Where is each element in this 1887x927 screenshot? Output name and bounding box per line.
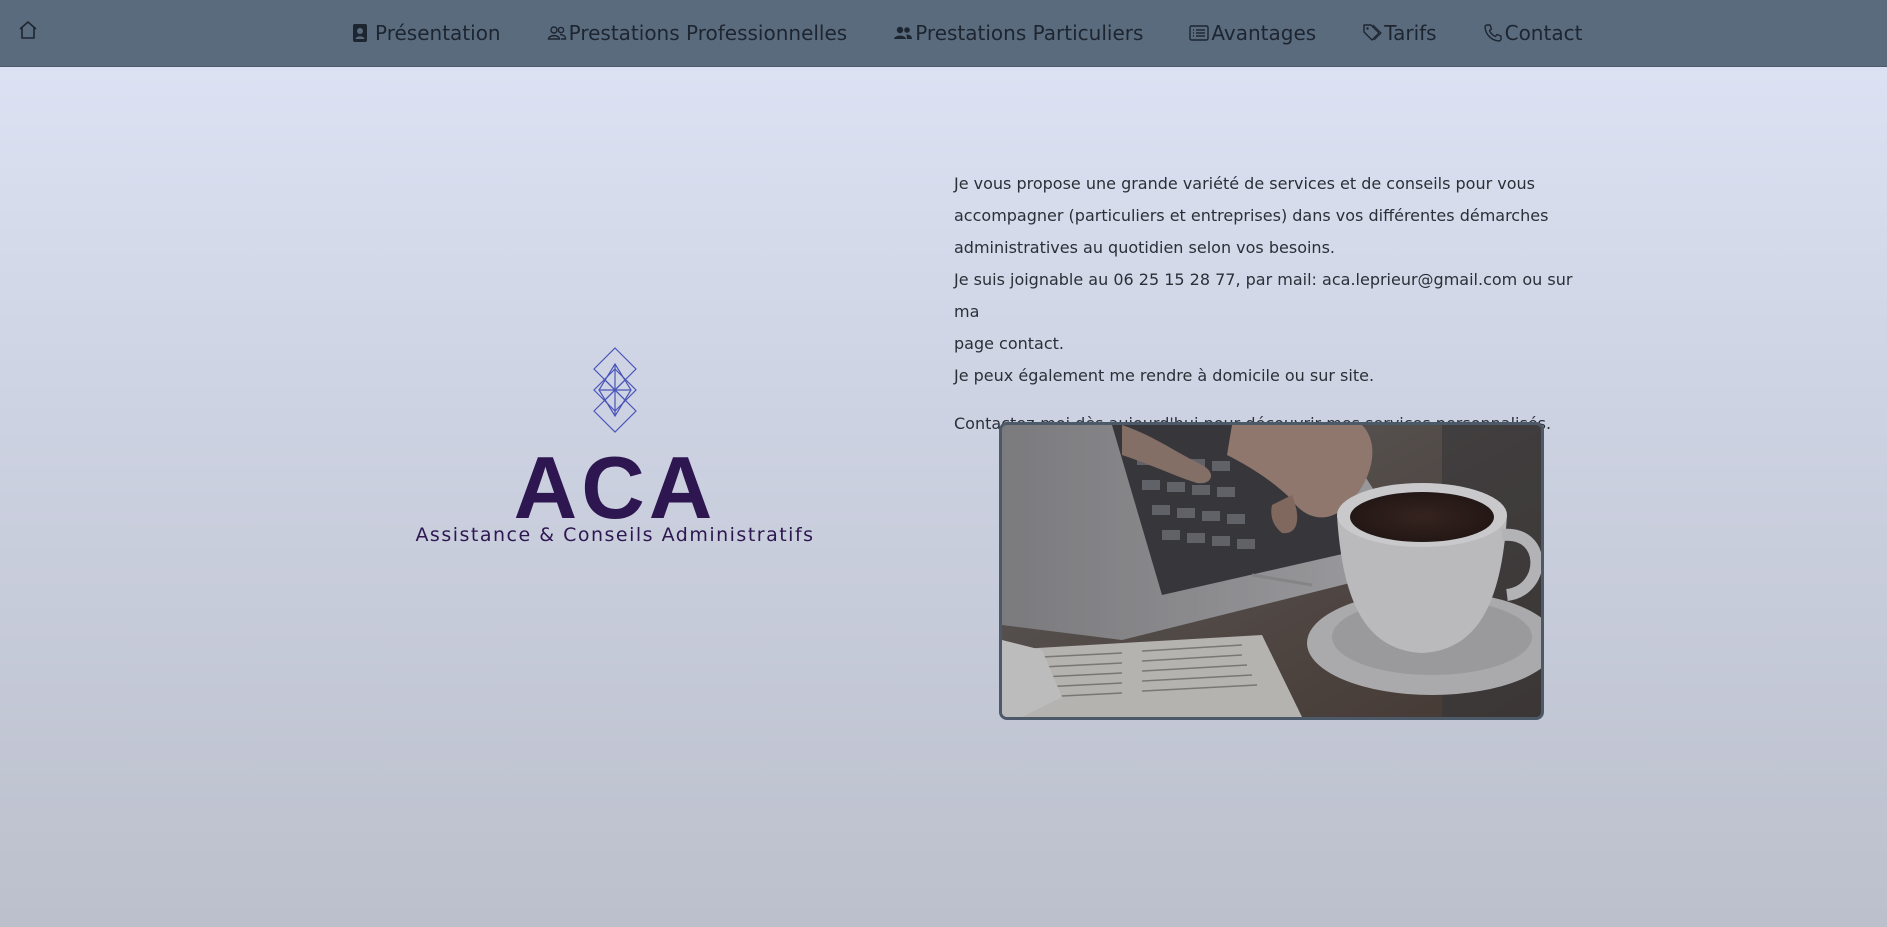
intro-line: Je suis joignable au 06 25 15 28 77, par… (954, 270, 1573, 321)
list-card-icon (1189, 25, 1210, 41)
home-icon (19, 21, 37, 39)
intro-line: Je peux également me rendre à domicile o… (954, 366, 1375, 385)
nav-item-contact[interactable]: Contact (1483, 21, 1583, 45)
intro-line: administratives au quotidien selon vos b… (954, 238, 1335, 257)
logo-title: ACA (513, 438, 717, 537)
nav-item-prestations-professionnelles[interactable]: Prestations Professionnelles (547, 21, 848, 45)
diamond-logo-icon (593, 347, 637, 433)
intro-text: Je vous propose une grande variété de se… (954, 168, 1594, 440)
nav-item-label: Prestations Particuliers (915, 21, 1144, 45)
nav-item-label: Contact (1504, 21, 1583, 45)
nav-item-label: Tarifs (1384, 21, 1437, 45)
nav-item-label: Présentation (375, 21, 501, 45)
people-fill-icon (894, 26, 913, 39)
phone-icon (1483, 24, 1502, 42)
home-button[interactable] (17, 19, 39, 41)
intro-line: accompagner (particuliers et entreprises… (954, 206, 1549, 225)
company-logo: ACA Assistance & Conseils Administratifs (400, 340, 830, 560)
laptop-coffee-photo (999, 422, 1544, 720)
main-menu: Présentation Prestations Professionnelle… (352, 0, 1582, 66)
intro-line: page contact. (954, 334, 1065, 353)
people-outline-icon (547, 26, 566, 40)
top-navbar: Présentation Prestations Professionnelle… (0, 0, 1887, 67)
nav-item-label: Avantages (1211, 21, 1317, 45)
nav-item-label: Prestations Professionnelles (568, 21, 848, 45)
nav-item-prestations-particuliers[interactable]: Prestations Particuliers (893, 21, 1143, 45)
intro-line: Je vous propose une grande variété de se… (954, 174, 1535, 193)
nav-item-presentation[interactable]: Présentation (352, 21, 501, 45)
logo-subtitle: Assistance & Conseils Administratifs (415, 524, 815, 546)
nav-item-tarifs[interactable]: Tarifs (1362, 21, 1437, 45)
tags-icon (1363, 24, 1383, 41)
person-badge-icon (353, 24, 367, 42)
nav-item-avantages[interactable]: Avantages (1189, 21, 1316, 45)
